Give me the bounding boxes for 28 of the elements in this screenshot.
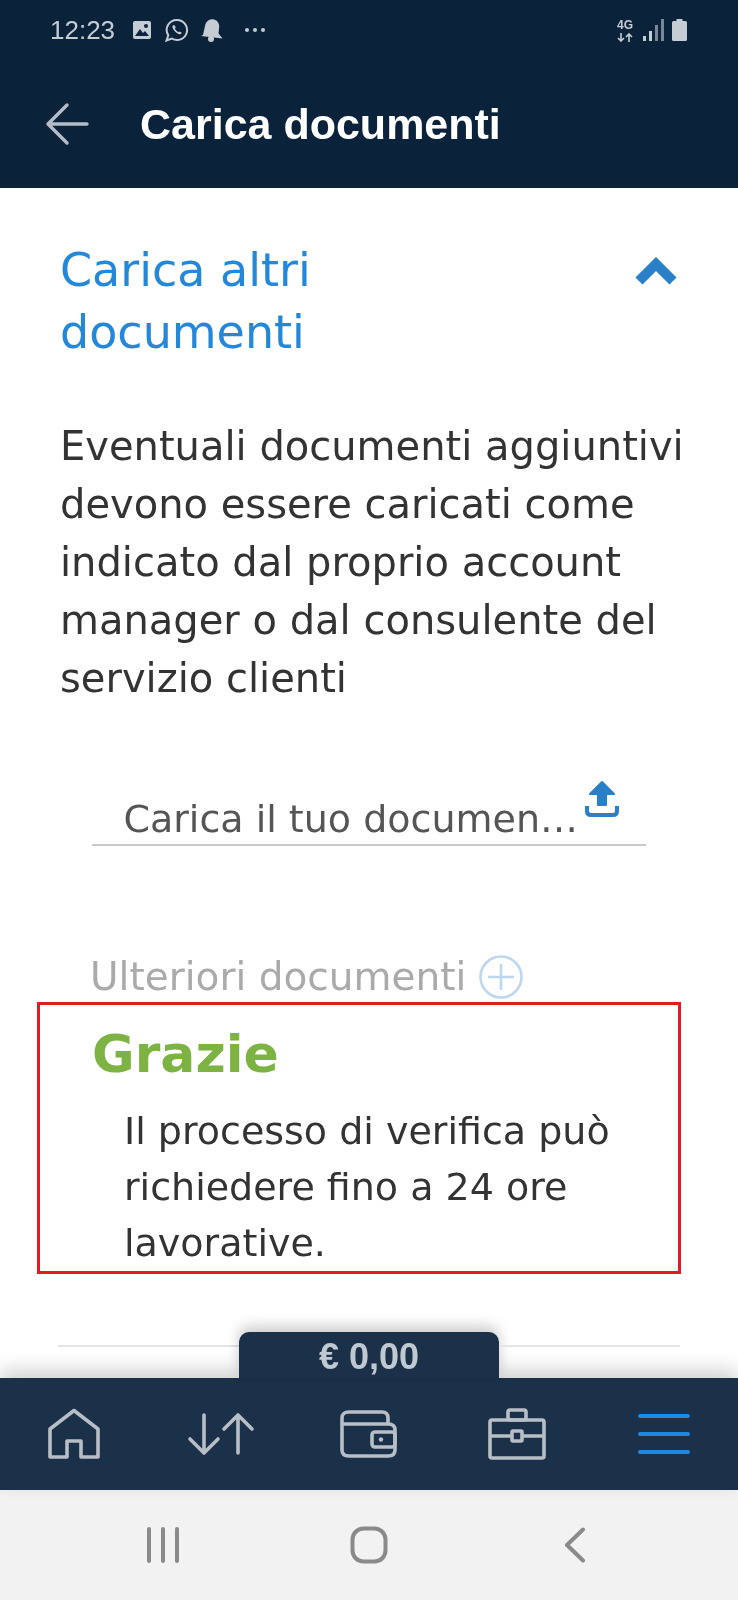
back-icon[interactable] — [564, 1527, 586, 1563]
chat-bubble-icon — [165, 18, 190, 42]
briefcase-icon[interactable] — [487, 1408, 546, 1460]
data-arrows-icon — [617, 32, 633, 42]
thanks-title: Grazie — [92, 1024, 280, 1084]
plus-circle-icon — [478, 954, 525, 1000]
rounded-square-icon[interactable] — [350, 1526, 388, 1564]
signal-icon — [642, 19, 664, 41]
status-time: 12:23 — [50, 15, 116, 45]
balance-tab[interactable]: € 0,00 — [239, 1332, 499, 1378]
more-dots-icon — [244, 27, 267, 33]
image-icon — [132, 20, 153, 40]
confirmation-message: Il processo di verifica può richiedere fino a 24 ore lavorative. — [124, 1108, 611, 1267]
description-text: Eventuali documenti aggiuntivi devono essere caricati come indicato dal proprio account manager o dal consulente del servizio clienti — [60, 422, 685, 703]
house-icon[interactable] — [46, 1408, 101, 1460]
three-lines-icon[interactable] — [146, 1527, 180, 1563]
up-down-arrows-icon[interactable] — [187, 1411, 256, 1457]
chevron-up-icon[interactable] — [635, 255, 677, 285]
upload-field[interactable]: Carica il tuo documen… — [92, 794, 583, 844]
section-title[interactable]: Carica altri documenti — [60, 239, 500, 363]
menu-icon[interactable] — [638, 1413, 691, 1455]
back-arrow-icon[interactable] — [45, 102, 89, 146]
screen-title: Carica documenti — [140, 99, 501, 150]
add-documents-button[interactable]: Ulteriori documenti — [90, 952, 525, 1002]
upload-icon[interactable] — [583, 780, 621, 818]
network-type: 4G — [617, 18, 633, 31]
battery-icon — [672, 19, 687, 41]
wallet-icon[interactable] — [340, 1409, 398, 1459]
